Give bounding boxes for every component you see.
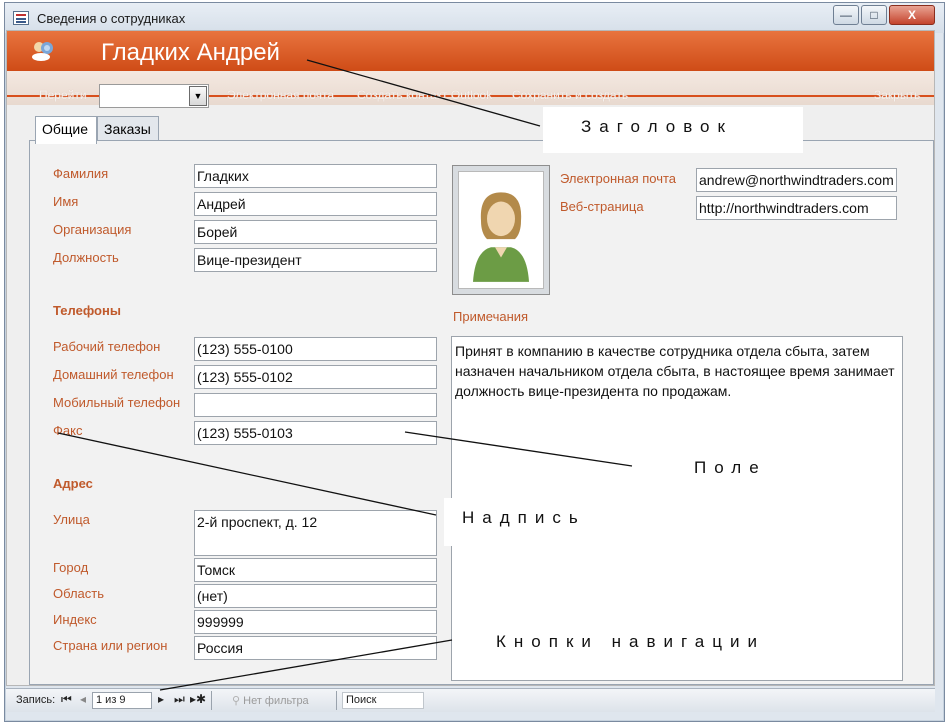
first-name-field[interactable]: Андрей bbox=[194, 192, 437, 216]
callout-label: Надпись bbox=[444, 498, 624, 546]
callout-title: Заголовок bbox=[543, 107, 803, 153]
notes-label: Примечания bbox=[453, 309, 529, 324]
phones-section-title: Телефоны bbox=[53, 303, 121, 318]
create-outlook-contact-link[interactable]: Создать контакт Outlook bbox=[357, 88, 492, 102]
record-label: Запись: bbox=[16, 694, 56, 706]
first-record-icon[interactable]: ⏮ bbox=[61, 692, 72, 707]
company-label: Организация bbox=[53, 222, 132, 237]
maximize-button[interactable]: □ bbox=[861, 5, 887, 25]
tab-orders[interactable]: Заказы bbox=[97, 116, 159, 142]
mobile-phone-label: Мобильный телефон bbox=[53, 395, 181, 410]
home-phone-label: Домашний телефон bbox=[53, 367, 174, 382]
form-icon[interactable] bbox=[13, 11, 29, 25]
nav-divider bbox=[211, 691, 212, 710]
city-label: Город bbox=[53, 560, 89, 575]
tab-general[interactable]: Общие bbox=[35, 116, 97, 144]
filter-label: Нет фильтра bbox=[243, 695, 309, 707]
fax-label: Факс bbox=[53, 423, 83, 438]
last-record-icon[interactable]: ⏭ bbox=[174, 692, 185, 707]
email-field[interactable]: andrew@northwindtraders.com bbox=[696, 168, 897, 192]
callout-navigation: Кнопки навигации bbox=[452, 626, 852, 660]
country-field[interactable]: Россия bbox=[194, 636, 437, 660]
record-position-field[interactable]: 1 из 9 bbox=[92, 692, 152, 709]
close-button[interactable]: X bbox=[889, 5, 935, 25]
new-record-icon[interactable]: ▸✱ bbox=[190, 692, 206, 706]
title-bar[interactable]: Сведения о сотрудниках — □ X bbox=[5, 3, 944, 33]
fax-field[interactable]: (123) 555-0103 bbox=[194, 421, 437, 445]
filter-divider bbox=[336, 691, 337, 710]
email-link[interactable]: Электронная почта bbox=[227, 88, 334, 102]
form-toolbar: Перейти ▼ Электронная почта Создать конт… bbox=[7, 71, 934, 108]
goto-combo[interactable]: ▼ bbox=[99, 84, 209, 108]
filter-button[interactable]: ⚲ Нет фильтра bbox=[232, 694, 309, 707]
goto-label: Перейти bbox=[39, 88, 87, 102]
email-label: Электронная почта bbox=[560, 171, 677, 186]
window-title: Сведения о сотрудниках bbox=[37, 11, 186, 26]
mobile-phone-field[interactable] bbox=[194, 393, 437, 417]
search-input[interactable]: Поиск bbox=[342, 692, 424, 709]
address-section-title: Адрес bbox=[53, 476, 93, 491]
save-and-new-link[interactable]: Сохранить и создать bbox=[512, 88, 628, 102]
country-label: Страна или регион bbox=[53, 638, 168, 653]
work-phone-label: Рабочий телефон bbox=[53, 339, 161, 354]
region-label: Область bbox=[53, 586, 105, 601]
zip-field[interactable]: 999999 bbox=[194, 610, 437, 634]
street-label: Улица bbox=[53, 512, 90, 527]
close-form-link[interactable]: Закрыть bbox=[874, 88, 920, 102]
person-photo-icon bbox=[458, 171, 544, 289]
people-icon bbox=[32, 42, 53, 61]
web-page-label: Веб-страница bbox=[560, 199, 644, 214]
street-field[interactable]: 2-й проспект, д. 12 bbox=[194, 510, 437, 556]
zip-label: Индекс bbox=[53, 612, 97, 627]
last-name-label: Фамилия bbox=[53, 166, 109, 181]
web-page-field[interactable]: http://northwindtraders.com bbox=[696, 196, 897, 220]
company-field[interactable]: Борей bbox=[194, 220, 437, 244]
region-field[interactable]: (нет) bbox=[194, 584, 437, 608]
form-header: Гладких Андрей bbox=[7, 31, 934, 71]
form-title: Гладких Андрей bbox=[101, 39, 280, 66]
first-name-label: Имя bbox=[53, 194, 79, 209]
home-phone-field[interactable]: (123) 555-0102 bbox=[194, 365, 437, 389]
chevron-down-icon[interactable]: ▼ bbox=[189, 86, 207, 106]
callout-field: Поле bbox=[632, 452, 802, 486]
minimize-button[interactable]: — bbox=[833, 5, 859, 25]
prev-record-icon[interactable]: ◂ bbox=[80, 692, 86, 706]
navigation-bar: Запись: ⏮ ◂ 1 из 9 ▸ ⏭ ▸✱ ⚲ Нет фильтра … bbox=[6, 688, 935, 712]
city-field[interactable]: Томск bbox=[194, 558, 437, 582]
work-phone-field[interactable]: (123) 555-0100 bbox=[194, 337, 437, 361]
next-record-icon[interactable]: ▸ bbox=[158, 692, 164, 706]
general-tab-panel: Фамилия Гладких Имя Андрей Организация Б… bbox=[29, 140, 934, 685]
job-title-label: Должность bbox=[53, 250, 119, 265]
employee-photo[interactable] bbox=[452, 165, 550, 295]
job-title-field[interactable]: Вице-президент bbox=[194, 248, 437, 272]
filter-icon: ⚲ bbox=[232, 695, 241, 707]
last-name-field[interactable]: Гладких bbox=[194, 164, 437, 188]
